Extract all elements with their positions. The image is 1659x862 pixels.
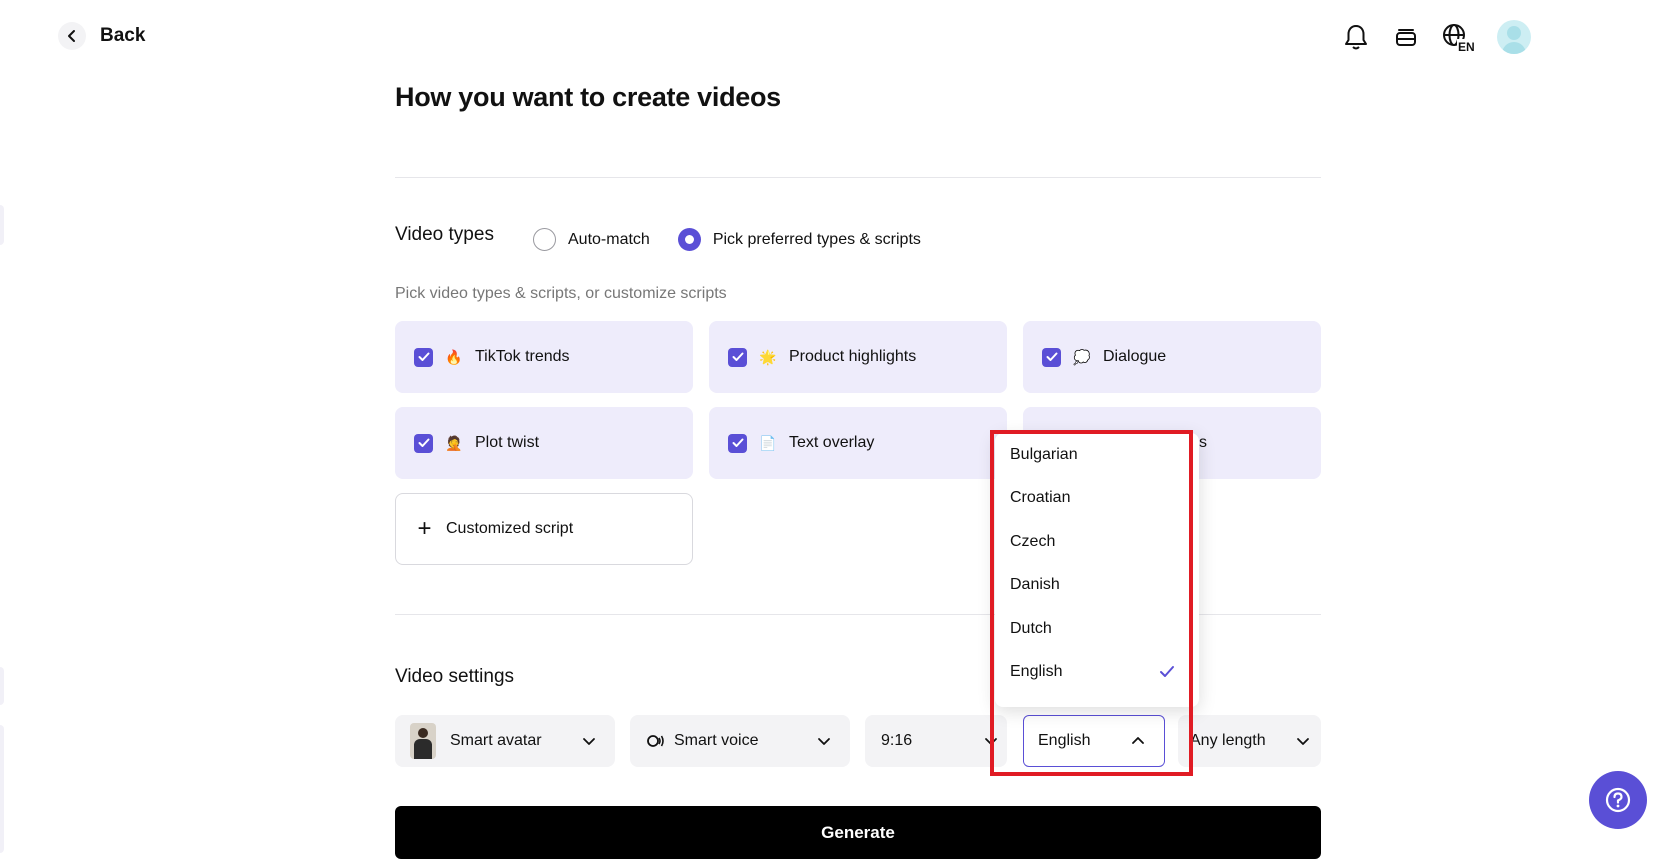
checkbox-checked-icon[interactable]: [414, 433, 433, 453]
select-label: Smart avatar: [450, 732, 542, 749]
video-settings-row: Smart avatar Smart voice 9:16 English An…: [395, 715, 1321, 767]
star-icon: 🌟: [759, 348, 777, 365]
card-label: TikTok trends: [475, 348, 570, 365]
language-select[interactable]: English: [1023, 715, 1165, 767]
radio-auto-match[interactable]: Auto-match: [533, 228, 650, 251]
globe-language-icon[interactable]: EN: [1441, 22, 1477, 52]
language-option-selected[interactable]: English: [995, 651, 1199, 695]
stack-icon[interactable]: [1391, 22, 1421, 52]
language-option[interactable]: Danish: [995, 564, 1199, 608]
option-label: Croatian: [1010, 489, 1071, 507]
length-select[interactable]: Any length: [1178, 715, 1321, 767]
select-label: 9:16: [881, 732, 913, 749]
edge-tab: [0, 667, 4, 705]
card-label: Customized script: [446, 520, 574, 537]
option-label: Czech: [1010, 532, 1056, 550]
smart-avatar-select[interactable]: Smart avatar: [395, 715, 615, 767]
language-option[interactable]: Czech: [995, 520, 1199, 564]
card-tiktok-trends[interactable]: 🔥 TikTok trends: [395, 321, 693, 393]
radio-label: Pick preferred types & scripts: [712, 230, 921, 248]
customized-script-button[interactable]: + Customized script: [395, 493, 693, 565]
edge-tab: [0, 205, 4, 245]
card-label: Dialogue: [1103, 348, 1167, 365]
page-title: How you want to create videos: [395, 82, 781, 112]
video-settings-title: Video settings: [395, 666, 515, 687]
chevron-down-icon: [1295, 733, 1311, 754]
smart-voice-select[interactable]: Smart voice: [630, 715, 850, 767]
select-label: English: [1038, 732, 1091, 749]
option-label: Dutch: [1010, 619, 1052, 637]
language-code: EN: [1458, 40, 1475, 52]
card-label-fragment: s: [1199, 434, 1207, 451]
check-icon: [1159, 665, 1175, 684]
checkbox-checked-icon[interactable]: [728, 433, 747, 453]
edge-panel: [0, 725, 4, 853]
option-label: English: [1010, 663, 1063, 681]
checkbox-checked-icon[interactable]: [1042, 347, 1061, 367]
card-label: Product highlights: [789, 348, 917, 365]
chevron-up-icon: [1130, 733, 1146, 754]
language-dropdown: Bulgarian Croatian Czech Danish Dutch En…: [995, 433, 1199, 707]
divider: [395, 177, 1321, 178]
select-label: Smart voice: [674, 732, 759, 749]
bell-icon[interactable]: [1341, 22, 1371, 52]
avatar[interactable]: [1497, 20, 1531, 54]
card-text-overlay[interactable]: 📄 Text overlay: [709, 407, 1007, 479]
help-button[interactable]: [1589, 771, 1647, 829]
radio-circle: [533, 228, 556, 251]
fire-icon: 🔥: [445, 348, 463, 365]
back-label: Back: [100, 25, 146, 46]
header-actions: EN: [1341, 20, 1531, 54]
aspect-ratio-select[interactable]: 9:16: [865, 715, 1007, 767]
option-label: Danish: [1010, 576, 1060, 594]
question-mark-icon: [1604, 786, 1632, 814]
language-option[interactable]: Dutch: [995, 607, 1199, 651]
radio-pick-preferred[interactable]: Pick preferred types & scripts: [677, 228, 921, 251]
video-types-hint: Pick video types & scripts, or customize…: [395, 285, 727, 302]
checkbox-checked-icon[interactable]: [728, 347, 747, 367]
card-product-highlights[interactable]: 🌟 Product highlights: [709, 321, 1007, 393]
checkbox-checked-icon[interactable]: [414, 347, 433, 367]
card-label: Plot twist: [475, 434, 540, 451]
document-icon: 📄: [759, 434, 777, 451]
chevron-left-icon: [58, 22, 86, 50]
radio-circle: [677, 228, 701, 251]
language-option[interactable]: Bulgarian: [995, 433, 1199, 477]
chevron-down-icon: [816, 733, 832, 754]
language-option[interactable]: Croatian: [995, 477, 1199, 521]
video-types-title: Video types: [395, 224, 494, 245]
chevron-down-icon: [581, 733, 597, 754]
voice-icon: [646, 732, 664, 750]
radio-label: Auto-match: [568, 230, 650, 248]
select-label: Any length: [1190, 732, 1266, 749]
option-label: Bulgarian: [1010, 445, 1078, 463]
plus-icon: +: [417, 515, 432, 542]
back-button[interactable]: Back: [58, 22, 145, 50]
facepalm-icon: 🤦: [445, 434, 463, 451]
generate-button[interactable]: Generate: [395, 806, 1321, 859]
video-types-radio-group: Auto-match Pick preferred types & script…: [533, 228, 921, 251]
card-dialogue[interactable]: 💭 Dialogue: [1023, 321, 1321, 393]
avatar-thumbnail: [410, 723, 436, 759]
card-plot-twist[interactable]: 🤦 Plot twist: [395, 407, 693, 479]
speech-bubble-icon: 💭: [1073, 348, 1091, 365]
chevron-down-icon: [983, 733, 999, 754]
card-label: Text overlay: [789, 434, 875, 451]
